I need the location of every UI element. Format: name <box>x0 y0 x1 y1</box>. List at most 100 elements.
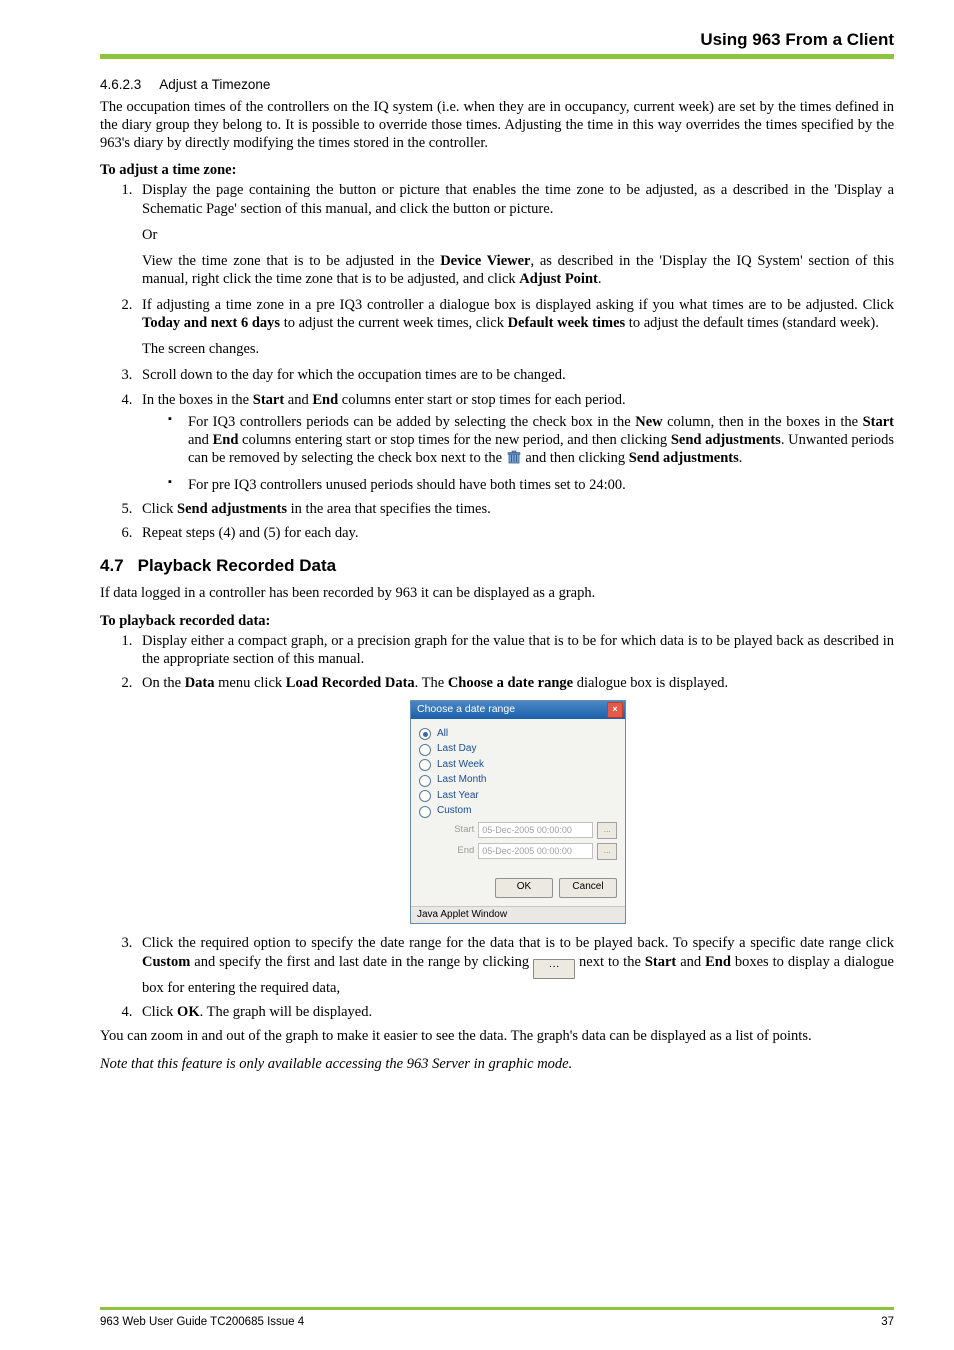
end-col-ref: End <box>312 392 338 408</box>
radio-label: Last Week <box>437 759 484 772</box>
dialog-status-bar: Java Applet Window <box>411 906 625 924</box>
t: and then clicking <box>525 450 628 466</box>
end-label: End <box>447 845 474 857</box>
close-icon[interactable]: × <box>607 702 623 718</box>
step-6: Repeat steps (4) and (5) for each day. <box>136 524 894 542</box>
section-number: 4.7 <box>100 556 124 575</box>
dialog-title-text: Choose a date range <box>417 703 515 716</box>
radio-icon <box>419 790 431 802</box>
end-field[interactable]: 05-Dec-2005 00:00:00 <box>478 843 593 859</box>
radio-last-day[interactable]: Last Day <box>419 743 617 756</box>
pb-step-2: On the Data menu click Load Recorded Dat… <box>136 674 894 925</box>
ok-button[interactable]: OK <box>495 878 553 898</box>
page-footer: 963 Web User Guide TC200685 Issue 4 37 <box>100 1307 894 1328</box>
radio-custom[interactable]: Custom <box>419 805 617 818</box>
end-box-ref: End <box>705 954 731 970</box>
t: and <box>676 954 705 970</box>
data-menu-ref: Data <box>185 675 215 691</box>
section-number: 4.6.2.3 <box>100 77 141 92</box>
step-1-alt: View the time zone that is to be adjuste… <box>142 252 894 288</box>
pb-step-3: Click the required option to specify the… <box>136 934 894 996</box>
send-adj-btn-ref: Send adjustments <box>177 501 287 517</box>
t: In the boxes in the <box>142 392 253 408</box>
radio-label: Last Year <box>437 790 479 803</box>
radio-last-year[interactable]: Last Year <box>419 790 617 803</box>
t: to adjust the current week times, click <box>280 315 508 331</box>
radio-all[interactable]: All <box>419 728 617 741</box>
section-title: Adjust a Timezone <box>159 77 270 92</box>
radio-icon <box>419 759 431 771</box>
step-text: Display the page containing the button o… <box>142 182 894 216</box>
choose-date-range-dialog: Choose a date range × All Last Day Last … <box>410 700 626 925</box>
section-47-heading: 4.7Playback Recorded Data <box>100 556 894 576</box>
t: dialogue box is displayed. <box>573 675 728 691</box>
footer-page-number: 37 <box>881 1316 894 1328</box>
cancel-button[interactable]: Cancel <box>559 878 617 898</box>
t: to adjust the default times (standard we… <box>625 315 879 331</box>
dialog-screenshot: Choose a date range × All Last Day Last … <box>142 700 894 925</box>
default-week-ref: Default week times <box>508 315 626 331</box>
ellipsis-button-icon: ··· <box>533 959 575 979</box>
trash-icon <box>506 449 522 470</box>
or-text: Or <box>142 226 894 244</box>
screen-changes: The screen changes. <box>142 340 894 358</box>
radio-icon <box>419 744 431 756</box>
t: . <box>739 450 743 466</box>
pb-step-4: Click OK. The graph will be displayed. <box>136 1003 894 1021</box>
end-picker-button[interactable]: ... <box>597 843 617 860</box>
ok-ref: OK <box>177 1004 200 1020</box>
custom-end-row: End 05-Dec-2005 00:00:00 ... <box>447 843 617 860</box>
procedure-title-2: To playback recorded data: <box>100 613 894 630</box>
zoom-note: You can zoom in and out of the graph to … <box>100 1027 894 1045</box>
t: . The graph will be displayed. <box>200 1004 373 1020</box>
t: Click <box>142 501 177 517</box>
radio-label: Last Day <box>437 743 476 756</box>
start-field[interactable]: 05-Dec-2005 00:00:00 <box>478 822 593 838</box>
start-box-ref: Start <box>645 954 676 970</box>
t: View the time zone that is to be adjuste… <box>142 253 440 269</box>
t: column, then in the boxes in the <box>663 414 863 430</box>
bullet-iq3: For IQ3 controllers periods can be added… <box>166 413 894 470</box>
today-next6-ref: Today and next 6 days <box>142 315 280 331</box>
radio-last-week[interactable]: Last Week <box>419 759 617 772</box>
header-divider <box>100 54 894 59</box>
t: For IQ3 controllers periods can be added… <box>188 414 635 430</box>
step-4-bullets: For IQ3 controllers periods can be added… <box>166 413 894 495</box>
custom-ref: Custom <box>142 954 190 970</box>
t: next to the <box>575 954 645 970</box>
t: columns entering start or stop times for… <box>238 432 670 448</box>
end-ref: End <box>213 432 239 448</box>
adjust-point-ref: Adjust Point <box>519 271 598 287</box>
footer-doc-id: 963 Web User Guide TC200685 Issue 4 <box>100 1316 304 1328</box>
device-viewer-ref: Device Viewer <box>440 253 530 269</box>
start-col-ref: Start <box>253 392 284 408</box>
pb-step-1: Display either a compact graph, or a pre… <box>136 632 894 668</box>
bullet-pre-iq3: For pre IQ3 controllers unused periods s… <box>166 476 894 494</box>
start-label: Start <box>447 824 474 836</box>
radio-label: Last Month <box>437 774 486 787</box>
t: If adjusting a time zone in a pre IQ3 co… <box>142 297 894 313</box>
radio-icon <box>419 728 431 740</box>
section-47-intro: If data logged in a controller has been … <box>100 584 894 602</box>
t: in the area that specifies the times. <box>287 501 491 517</box>
start-ref: Start <box>863 414 894 430</box>
t: . <box>598 271 602 287</box>
graphic-mode-note: Note that this feature is only available… <box>100 1055 894 1073</box>
step-5: Click Send adjustments in the area that … <box>136 500 894 518</box>
radio-icon <box>419 775 431 787</box>
page-header-section: Using 963 From a Client <box>100 30 894 50</box>
radio-label: Custom <box>437 805 471 818</box>
adjust-timezone-steps: Display the page containing the button o… <box>128 181 894 542</box>
procedure-title: To adjust a time zone: <box>100 162 894 179</box>
t: and <box>188 432 213 448</box>
start-picker-button[interactable]: ... <box>597 822 617 839</box>
new-col-ref: New <box>635 414 662 430</box>
section-4623-intro: The occupation times of the controllers … <box>100 98 894 152</box>
send-adj-ref: Send adjustments <box>671 432 781 448</box>
dialog-titlebar: Choose a date range × <box>411 701 625 719</box>
radio-last-month[interactable]: Last Month <box>419 774 617 787</box>
dialog-body: All Last Day Last Week Last Month Last Y… <box>411 719 625 906</box>
t: columns enter start or stop times for ea… <box>338 392 626 408</box>
step-1: Display the page containing the button o… <box>136 181 894 288</box>
step-2: If adjusting a time zone in a pre IQ3 co… <box>136 296 894 358</box>
